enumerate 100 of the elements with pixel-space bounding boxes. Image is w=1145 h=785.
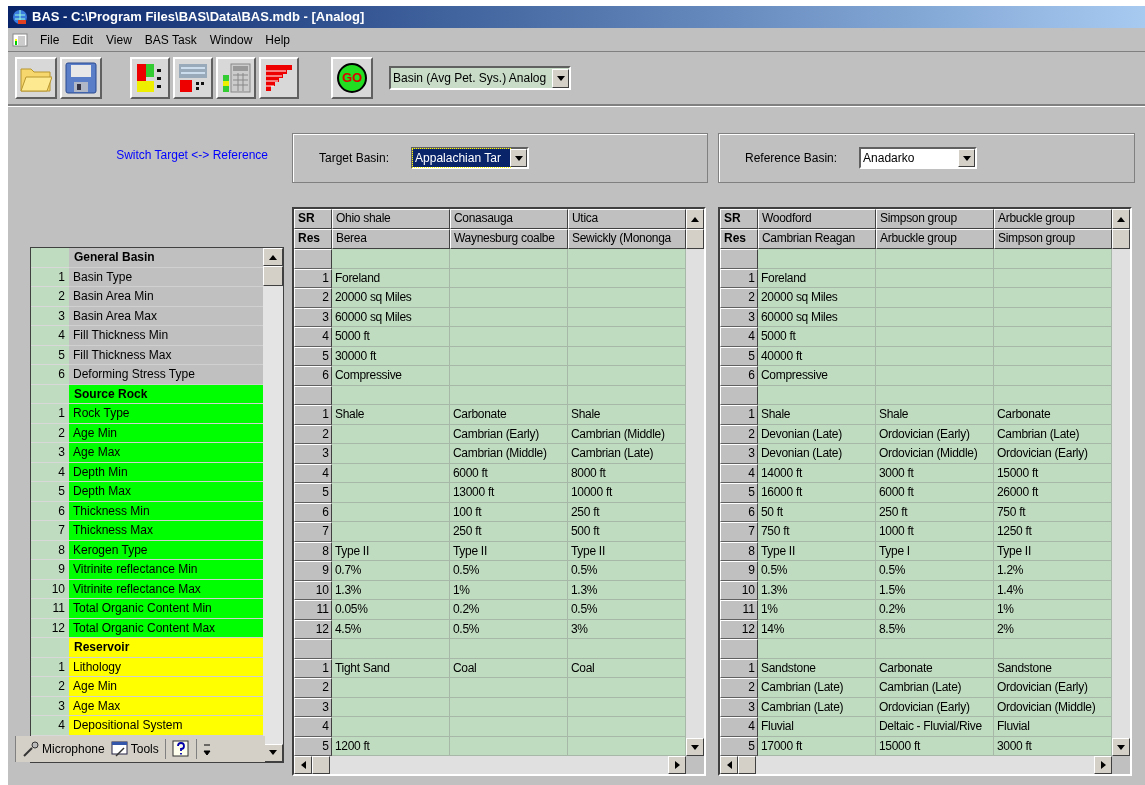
table-cell: Coal	[450, 658, 568, 678]
dropdown-arrow-icon	[514, 155, 523, 161]
vertical-scrollbar[interactable]	[263, 248, 283, 762]
scroll-thumb[interactable]	[738, 756, 756, 774]
chart-button[interactable]	[130, 57, 170, 99]
scroll-left-icon[interactable]	[726, 761, 732, 769]
window-title: BAS - C:\Program Files\BAS\Data\BAS.mdb - [Analog]	[32, 8, 365, 27]
row-number: 4	[31, 462, 69, 482]
parameter-label: Depth Max	[69, 482, 263, 502]
section-header: General Basin	[69, 248, 263, 268]
table-cell: 1.2%	[994, 561, 1112, 581]
save-button[interactable]	[60, 57, 102, 99]
vertical-scrollbar[interactable]	[686, 209, 704, 756]
row-header: SR	[294, 209, 332, 229]
grid-button[interactable]	[216, 57, 256, 99]
table-cell: 10000 ft	[568, 483, 686, 503]
table-cell: 4.5%	[332, 619, 450, 639]
row-number: 2	[31, 677, 69, 697]
analog-type-dropdown[interactable]: Basin (Avg Pet. Sys.) Analog	[389, 66, 571, 90]
globe-icon	[12, 9, 28, 25]
menu-item[interactable]: Window	[209, 30, 253, 49]
scroll-left-icon[interactable]	[300, 761, 306, 769]
table-button[interactable]	[173, 57, 213, 99]
row-number: 3	[720, 307, 758, 327]
basin-dropdown[interactable]: Appalachian Tar	[411, 147, 530, 169]
table-cell: 1.3%	[332, 580, 450, 600]
row-number: 7	[294, 522, 332, 542]
scroll-thumb[interactable]	[1112, 229, 1130, 249]
row-number: 3	[31, 696, 69, 716]
row-number: 5	[294, 346, 332, 366]
open-button[interactable]	[15, 57, 57, 99]
vertical-scrollbar[interactable]	[1112, 209, 1130, 756]
table-cell: Cambrian (Middle)	[568, 424, 686, 444]
row-number: 12	[720, 619, 758, 639]
table-cell: 3%	[568, 619, 686, 639]
horizontal-scrollbar[interactable]	[294, 756, 686, 774]
column-header: Waynesburg coalbe	[450, 229, 568, 249]
table-cell: 60000 sq Miles	[758, 307, 876, 327]
scroll-down-icon[interactable]	[691, 744, 699, 750]
row-number: 4	[294, 717, 332, 737]
column-header: Berea	[332, 229, 450, 249]
table-cell: 1%	[758, 600, 876, 620]
switch-link[interactable]: Switch Target <-> Reference	[116, 146, 268, 162]
table-cell: 0.5%	[758, 561, 876, 581]
column-header: Woodford	[758, 209, 876, 229]
table-cell: Cambrian (Late)	[758, 678, 876, 698]
parameter-label: Age Min	[69, 423, 263, 443]
language-bar-item[interactable]: Tools	[130, 739, 159, 758]
horizontal-scrollbar[interactable]	[720, 756, 1112, 774]
row-number: 5	[720, 483, 758, 503]
scroll-thumb[interactable]	[263, 266, 283, 286]
parameter-label: Fill Thickness Min	[69, 326, 263, 346]
document-icon	[12, 31, 28, 48]
scroll-up-icon[interactable]	[691, 216, 699, 222]
help-icon[interactable]	[171, 739, 190, 758]
parameter-label: Rock Type	[69, 404, 263, 424]
table-cell: 500 ft	[568, 522, 686, 542]
scroll-down-icon[interactable]	[1117, 744, 1125, 750]
table-cell: 250 ft	[450, 522, 568, 542]
menu-item[interactable]: Help	[265, 30, 290, 49]
table-cell: 15000 ft	[876, 736, 994, 756]
menu-item[interactable]: Edit	[72, 30, 94, 49]
menu-item[interactable]: BAS Task	[144, 30, 197, 49]
column-header: Arbuckle group	[994, 209, 1112, 229]
scroll-right-icon[interactable]	[674, 761, 680, 769]
parameter-label: Age Max	[69, 443, 263, 463]
parameter-label: Deforming Stress Type	[69, 365, 263, 385]
table-cell: Fluvial	[994, 717, 1112, 737]
column-header: Conasauga	[450, 209, 568, 229]
table-cell: Sandstone	[994, 658, 1112, 678]
language-bar-item[interactable]: Microphone	[42, 739, 105, 758]
scroll-thumb[interactable]	[686, 229, 704, 249]
table-cell: 750 ft	[994, 502, 1112, 522]
table-cell: 1250 ft	[994, 522, 1112, 542]
table-cell: 1%	[450, 580, 568, 600]
table-cell: Devonian (Late)	[758, 424, 876, 444]
row-number: 2	[294, 288, 332, 308]
row-number: 11	[294, 600, 332, 620]
table-cell: Compressive	[332, 366, 450, 386]
row-number: 2	[720, 424, 758, 444]
basin-dropdown[interactable]: Anadarko	[859, 147, 978, 169]
menu-item[interactable]: File	[40, 30, 60, 49]
scroll-up-icon[interactable]	[1117, 216, 1125, 222]
parameter-label: Depositional System	[69, 716, 263, 736]
table-cell: 0.7%	[332, 561, 450, 581]
row-number: 1	[294, 658, 332, 678]
scroll-down-icon[interactable]	[269, 750, 277, 755]
table-cell: 15000 ft	[994, 463, 1112, 483]
scroll-thumb[interactable]	[312, 756, 330, 774]
row-number: 7	[31, 521, 69, 541]
ranking-button[interactable]	[259, 57, 299, 99]
parameter-label: Age Min	[69, 677, 263, 697]
scroll-right-icon[interactable]	[1100, 761, 1106, 769]
scroll-up-icon[interactable]	[269, 254, 277, 260]
table-cell: 1%	[994, 600, 1112, 620]
row-number: 11	[31, 599, 69, 619]
table-cell: 100 ft	[450, 502, 568, 522]
table-cell: 30000 ft	[332, 346, 450, 366]
table-cell: Ordovician (Early)	[876, 424, 994, 444]
menu-item[interactable]: View	[106, 30, 132, 49]
